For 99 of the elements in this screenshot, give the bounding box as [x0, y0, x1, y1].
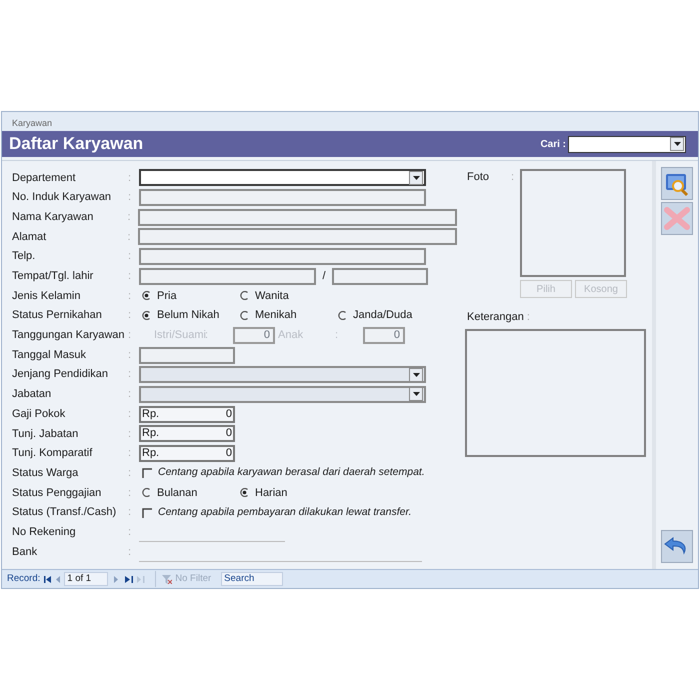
notes-label: Keterangan: [467, 310, 524, 325]
text-field[interactable]: [139, 248, 426, 266]
funnel-icon: [162, 574, 172, 584]
option-label: Bulanan: [157, 486, 198, 501]
colon-text: :: [511, 170, 516, 185]
field-label: Status Pernikahan: [12, 308, 103, 324]
field-label: Tanggal Masuk: [12, 348, 87, 363]
checkbox-hint: Centang apabila pembayaran dilakukan lewat transfer.: [158, 504, 412, 520]
last-record-icon[interactable]: [125, 576, 134, 582]
colon-text: :: [128, 524, 132, 540]
radio-button[interactable]: [142, 311, 151, 320]
radio-button[interactable]: [240, 291, 249, 300]
colon-text: :: [128, 426, 132, 442]
field-label: Status Warga: [12, 466, 80, 481]
field-label: Alamat: [12, 230, 48, 245]
field-label: Telp.: [12, 249, 36, 264]
colon-text: :: [128, 544, 132, 560]
text-field[interactable]: [139, 189, 426, 206]
field-label: Gaji Pokok: [12, 406, 66, 422]
search-field[interactable]: Search: [221, 572, 284, 586]
option-label: Belum Nikah: [157, 308, 220, 324]
colon-text: :: [128, 269, 132, 284]
caret-icon: [412, 392, 420, 396]
dropdown-button[interactable]: [409, 170, 423, 185]
colon-text: :: [128, 367, 132, 382]
currency-field[interactable]: Rp. 0: [139, 406, 235, 423]
option-label: Pria: [157, 288, 177, 304]
option-label: Wanita: [255, 288, 289, 304]
search-dropdown[interactable]: [568, 136, 686, 152]
radio-button[interactable]: [142, 291, 151, 300]
field-label: Status Penggajian: [12, 486, 102, 501]
colon-text: :: [128, 486, 132, 501]
colon-text: :: [335, 328, 340, 344]
separator-text: /: [321, 269, 327, 284]
checkbox[interactable]: [142, 468, 152, 478]
colon-text: :: [128, 387, 132, 402]
record-label: Record:: [7, 572, 40, 586]
text-field[interactable]: [139, 268, 316, 285]
date-field[interactable]: [332, 268, 428, 285]
undo-icon[interactable]: [661, 530, 693, 563]
record-position-field[interactable]: 1 of 1: [64, 572, 108, 586]
colon-text: :: [128, 190, 132, 206]
colon-text: :: [128, 446, 132, 462]
text-field[interactable]: [138, 208, 457, 226]
radio-button[interactable]: [142, 488, 151, 498]
photo-label: Foto: [466, 170, 490, 185]
option-label: Janda/Duda: [353, 308, 412, 324]
caret-icon: [412, 176, 420, 180]
colon-text: :: [128, 170, 132, 186]
field-label: Departement: [12, 170, 77, 186]
radio-button[interactable]: [240, 488, 249, 498]
colon-text: :: [128, 328, 132, 344]
colon-text: :: [128, 288, 132, 304]
field-label: Tempat/Tgl. lahir: [12, 269, 94, 284]
dropdown-button[interactable]: [670, 137, 684, 151]
colon-text: :: [127, 210, 132, 225]
colon-text: :: [526, 310, 530, 325]
field-label: Bank: [12, 544, 38, 560]
field-label: Jabatan: [12, 387, 52, 402]
search-icon[interactable]: [661, 167, 693, 200]
text-field[interactable]: [138, 228, 457, 246]
search-label: Cari :: [540, 138, 566, 152]
colon-text: :: [128, 505, 132, 520]
colon-text: :: [128, 249, 132, 264]
option-label: Menikah: [255, 308, 297, 324]
field-label: No Rekening: [12, 524, 77, 540]
field-label: Tunj. Komparatif: [12, 446, 94, 462]
checkbox-hint: Centang apabila karyawan berasal dari daerah setempat.: [158, 465, 425, 480]
field-label: No. Induk Karyawan: [12, 190, 112, 206]
text-field[interactable]: [139, 346, 235, 364]
radio-button[interactable]: [338, 311, 347, 320]
colon-text: :: [205, 328, 210, 344]
notes-field[interactable]: [465, 328, 646, 456]
dropdown-button[interactable]: [409, 368, 423, 382]
dropdown-field[interactable]: [139, 366, 426, 384]
currency-field[interactable]: Rp. 0: [139, 425, 235, 442]
radio-button[interactable]: [240, 311, 249, 320]
dropdown-button[interactable]: [409, 387, 423, 402]
checkbox[interactable]: [142, 508, 152, 518]
option-label: Harian: [255, 486, 288, 501]
dropdown-field[interactable]: [139, 169, 426, 186]
colon-text: :: [127, 230, 132, 245]
currency-field[interactable]: Rp. 0: [139, 444, 235, 462]
field-label: Tunj. Jabatan: [12, 426, 80, 442]
colon-text: :: [128, 348, 132, 363]
field-label: Nama Karyawan: [12, 210, 94, 225]
field-label: Jenjang Pendidikan: [12, 367, 110, 382]
caret-icon: [412, 372, 420, 377]
field-label: Tanggungan Karyawan: [12, 328, 126, 344]
form-title: Daftar Karyawan: [9, 133, 144, 156]
field-label: Jenis Kelamin: [12, 288, 82, 304]
dropdown-field[interactable]: [139, 386, 426, 403]
caret-icon: [674, 142, 680, 146]
window-title: Karyawan: [12, 116, 52, 130]
colon-text: :: [128, 406, 132, 422]
first-record-icon[interactable]: [44, 576, 52, 582]
colon-text: :: [128, 466, 132, 481]
field-label: Status (Transf./Cash): [12, 505, 118, 520]
colon-text: :: [128, 308, 132, 324]
